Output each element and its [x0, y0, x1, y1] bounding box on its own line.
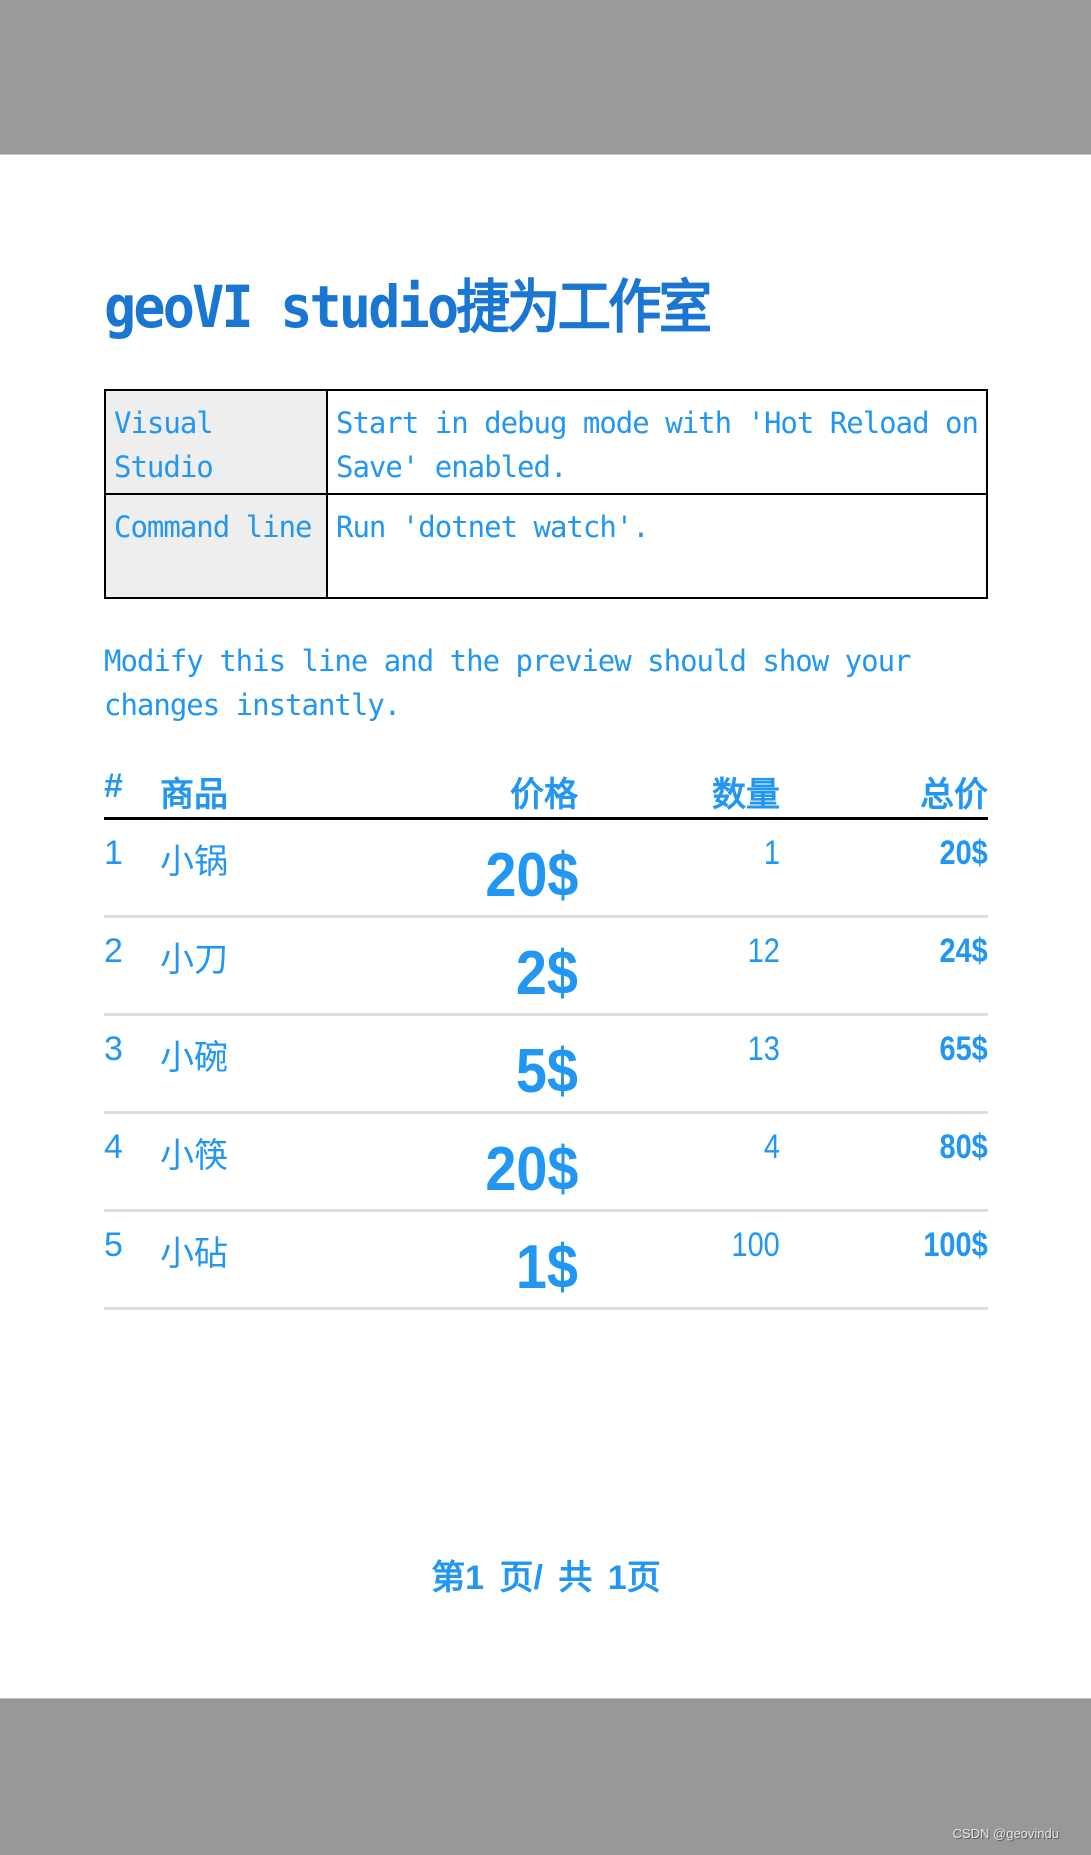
row-product: 小筷 — [160, 1137, 228, 1175]
watermark: CSDN @geovindu — [952, 1826, 1059, 1841]
page-number-footer: 第1 页/ 共 1页 — [431, 1559, 661, 1597]
row-product: 小刀 — [160, 941, 228, 979]
row-quantity: 100 — [731, 1226, 780, 1264]
row-total: 65$ — [939, 1030, 988, 1068]
header-price: 价格 — [510, 776, 578, 814]
row-product: 小碗 — [160, 1039, 228, 1077]
row-total: 24$ — [939, 932, 988, 970]
info-row: Visual Studio Start in debug mode with '… — [104, 389, 988, 495]
row-quantity: 4 — [763, 1128, 780, 1166]
row-index: 2 — [104, 932, 123, 970]
row-price: 20$ — [484, 1135, 578, 1204]
row-quantity: 1 — [763, 834, 780, 872]
row-product: 小砧 — [160, 1235, 228, 1273]
row-quantity: 12 — [747, 932, 780, 970]
row-total: 20$ — [939, 834, 988, 872]
info-label: Command line — [104, 493, 328, 599]
row-price: 20$ — [484, 841, 578, 910]
row-index: 4 — [104, 1128, 123, 1166]
row-price: 1$ — [515, 1233, 578, 1302]
header-total: 总价 — [920, 776, 988, 814]
row-index: 3 — [104, 1030, 123, 1068]
row-price: 2$ — [515, 939, 578, 1008]
viewer-top-margin — [0, 0, 1091, 155]
table-row: 4 小筷 20$ 4 80$ — [104, 1114, 988, 1212]
info-value: Run 'dotnet watch'. — [326, 493, 988, 599]
row-price: 5$ — [515, 1037, 578, 1106]
info-label: Visual Studio — [104, 389, 328, 495]
info-value: Start in debug mode with 'Hot Reload on … — [326, 389, 988, 495]
row-quantity: 13 — [747, 1030, 780, 1068]
header-product: 商品 — [160, 776, 228, 814]
row-index: 5 — [104, 1226, 123, 1264]
table-row: 1 小锅 20$ 1 20$ — [104, 820, 988, 918]
row-total: 80$ — [939, 1128, 988, 1166]
items-table-header: # 商品 价格 数量 总价 — [104, 755, 988, 820]
viewer-bottom-margin: CSDN @geovindu — [0, 1698, 1091, 1855]
info-row: Command line Run 'dotnet watch'. — [104, 493, 988, 599]
table-row: 5 小砧 1$ 100 100$ — [104, 1212, 988, 1310]
header-quantity: 数量 — [712, 776, 780, 814]
document-title: geoVI studio捷为工作室 — [104, 273, 712, 341]
note-paragraph: Modify this line and the preview should … — [104, 644, 912, 722]
row-index: 1 — [104, 834, 123, 872]
row-total: 100$ — [923, 1226, 988, 1264]
header-index: # — [104, 767, 123, 805]
items-table: # 商品 价格 数量 总价 1 小锅 20$ 1 20$ 2 小刀 2$ 12 … — [104, 755, 988, 1310]
table-row: 3 小碗 5$ 13 65$ — [104, 1016, 988, 1114]
info-table: Visual Studio Start in debug mode with '… — [104, 389, 988, 599]
table-row: 2 小刀 2$ 12 24$ — [104, 918, 988, 1016]
row-product: 小锅 — [160, 843, 228, 881]
